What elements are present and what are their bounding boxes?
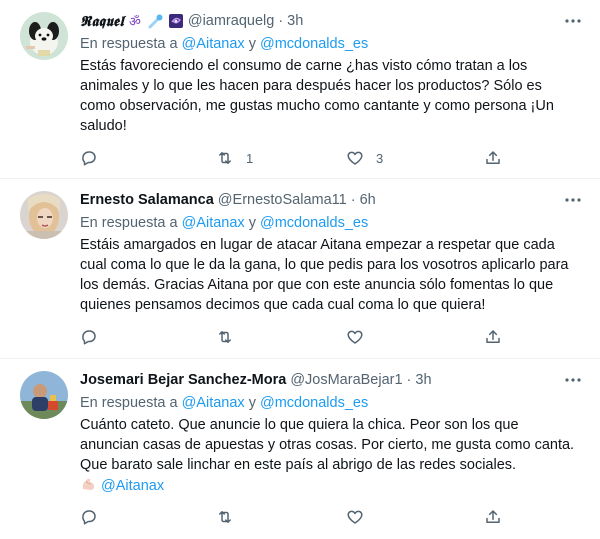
timestamp[interactable]: 3h [287,13,303,29]
mention-link[interactable]: @Aitanax [182,36,245,52]
like-count: 3 [376,150,384,166]
separator-dot: · [278,13,284,29]
like-button[interactable]: 3 [346,146,383,170]
tweet-header: Josemari Bejar Sanchez-Mora @JosMaraBeja… [80,369,586,391]
om-symbol-icon: ॐ [128,13,144,29]
more-options-icon[interactable] [562,12,584,30]
retweet-button[interactable] [216,505,246,529]
share-icon [486,151,500,164]
tweet-actions: 1 3 [80,146,520,170]
reply-button[interactable] [80,146,110,170]
retweet-count: 1 [246,150,254,166]
share-button[interactable] [484,325,502,349]
timestamp[interactable]: 6h [360,192,376,208]
mention-link[interactable]: @Aitanax [182,395,245,411]
avatar-image [20,12,68,60]
reply-button[interactable] [80,505,110,529]
tweet-text: Estáis amargados en lugar de atacar Aita… [80,237,569,313]
reply-prefix: En respuesta a [80,215,178,231]
reply-icon [82,510,96,525]
reply-prefix: En respuesta a [80,395,178,411]
user-handle[interactable]: @JosMaraBejar1 [290,372,402,388]
share-icon [486,510,500,523]
separator-dot: · [350,192,356,208]
share-button[interactable] [484,505,502,529]
user-handle[interactable]: @iamraquelg [188,13,274,29]
galaxy-icon [168,13,184,29]
retweet-button[interactable]: 1 [216,146,253,170]
tweet-header: Ernesto Salamanca @ErnestoSalama11 · 6h [80,189,586,211]
avatar[interactable] [20,12,68,60]
flexed-biceps-icon [80,475,98,493]
share-icon [486,330,500,343]
user-handle[interactable]: @ErnestoSalama11 [218,192,347,208]
like-button[interactable] [346,505,376,529]
tweet-actions [80,325,520,349]
timestamp[interactable]: 3h [415,372,431,388]
tweet[interactable]: Ernesto Salamanca @ErnestoSalama11 · 6h … [0,179,600,359]
mention-link[interactable]: @Aitanax [182,215,245,231]
reply-context: En respuesta a @Aitanax y @mcdonalds_es [80,393,586,413]
reply-button[interactable] [80,325,110,349]
reply-join: y [248,215,256,231]
more-options-icon[interactable] [562,371,584,389]
avatar-image [20,191,68,239]
reply-join: y [248,395,256,411]
reply-context: En respuesta a @Aitanax y @mcdonalds_es [80,34,586,54]
svg-text:ॐ: ॐ [129,15,141,29]
share-button[interactable] [484,146,502,170]
reply-icon [82,151,96,166]
tweet-text: Cuánto cateto. Que anuncie lo que quiera… [80,415,580,496]
separator-dot: · [406,372,412,388]
heart-icon [347,510,363,524]
mention-link[interactable]: @mcdonalds_es [260,36,368,52]
reply-join: y [248,36,256,52]
tweet-text-body: Cuánto cateto. Que anuncie lo que quiera… [80,417,575,473]
reply-icon [82,330,96,345]
reply-prefix: En respuesta a [80,36,178,52]
heart-icon [347,151,363,165]
tweet-text: Estás favoreciendo el consumo de carne ¿… [80,58,554,134]
like-button[interactable] [346,325,376,349]
retweet-button[interactable] [216,325,246,349]
heart-icon [347,330,363,344]
display-name[interactable]: Ernesto Salamanca [80,192,214,208]
more-options-icon[interactable] [562,191,584,209]
avatar[interactable] [20,371,68,419]
mention-link[interactable]: @mcdonalds_es [260,395,368,411]
tweet-header: 𝕽𝖆𝖖𝖚𝖊𝖑 ॐ @iamraquelg · 3h [80,10,586,32]
display-name[interactable]: Josemari Bejar Sanchez-Mora [80,372,286,388]
reply-context: En respuesta a @Aitanax y @mcdonalds_es [80,213,586,233]
avatar[interactable] [20,191,68,239]
avatar-image [20,371,68,419]
mention-link[interactable]: @mcdonalds_es [260,215,368,231]
comet-icon [148,13,164,29]
display-name[interactable]: 𝕽𝖆𝖖𝖚𝖊𝖑 [80,13,124,30]
retweet-icon [219,331,231,343]
retweet-icon [219,511,231,523]
tweet-actions [80,505,520,529]
replies-feed: 𝕽𝖆𝖖𝖚𝖊𝖑 ॐ @iamraquelg · 3h En respuesta a… [0,0,600,539]
tweet[interactable]: 𝕽𝖆𝖖𝖚𝖊𝖑 ॐ @iamraquelg · 3h En respuesta a… [0,0,600,179]
retweet-icon [219,152,231,164]
tweet[interactable]: Josemari Bejar Sanchez-Mora @JosMaraBeja… [0,359,600,539]
mention-link[interactable]: @Aitanax [101,478,164,494]
